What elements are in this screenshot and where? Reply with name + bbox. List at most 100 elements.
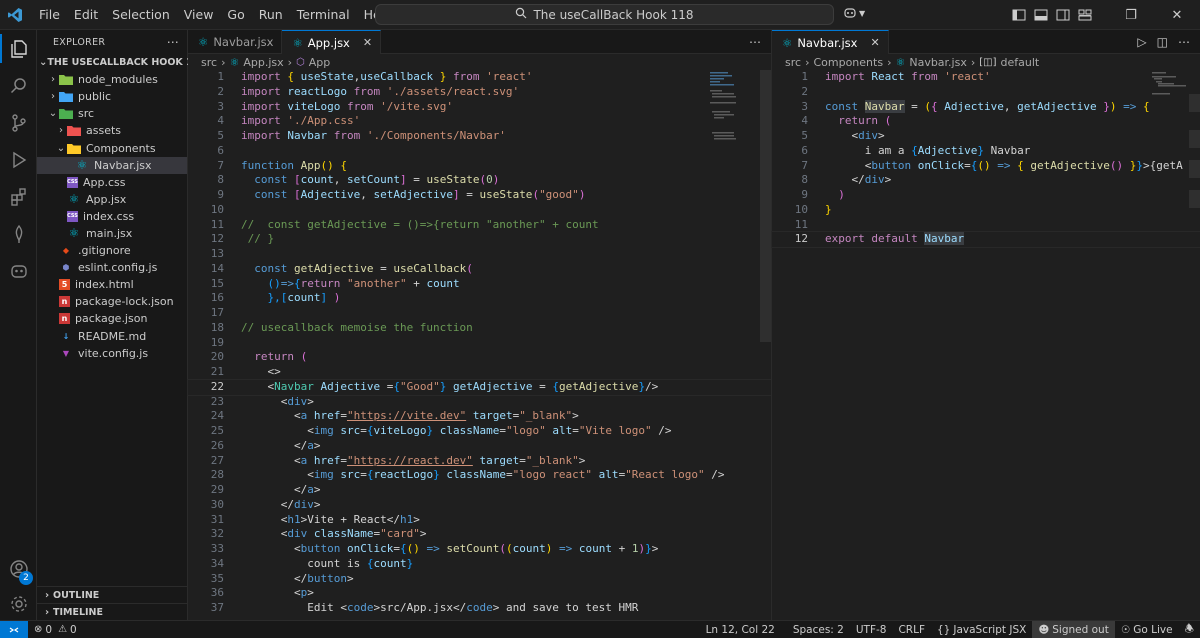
tree-item-main-jsx[interactable]: ⚛ main.jsx	[37, 225, 187, 242]
cursor-position[interactable]: Ln 12, Col 22	[700, 621, 781, 638]
breadcrumb-item[interactable]: src	[785, 56, 801, 69]
toggle-panel-icon[interactable]	[1034, 9, 1048, 21]
code-line: 36 <p>	[188, 586, 771, 601]
breadcrumb-separator-icon: ›	[221, 55, 226, 69]
vertical-scrollbar[interactable]	[760, 70, 771, 342]
copilot-chat-icon[interactable]	[0, 252, 37, 289]
outline-section[interactable]: › OUTLINE	[37, 586, 188, 603]
tree-item-vite-config-js[interactable]: ▼ vite.config.js	[37, 345, 187, 362]
line-number: 6	[801, 143, 808, 157]
tree-item-index-css[interactable]: CSS index.css	[37, 208, 187, 225]
code-line: 17	[188, 306, 771, 321]
language-mode[interactable]: {} JavaScript JSX	[931, 621, 1032, 638]
code-token: =	[499, 424, 506, 437]
tree-item-readme-md[interactable]: ↓ README.md	[37, 328, 187, 345]
line-number: 5	[801, 129, 808, 142]
go-live-button[interactable]: ☉ Go Live	[1115, 621, 1179, 638]
code-token: ()	[1109, 158, 1130, 172]
run-debug-icon[interactable]	[0, 141, 37, 178]
source-control-icon[interactable]	[0, 104, 37, 141]
tree-item-package-lock-json[interactable]: n package-lock.json	[37, 293, 187, 310]
tab-app-jsx[interactable]: ⚛ App.jsx ✕	[282, 30, 382, 54]
tree-item-eslint-config-js[interactable]: ⬢ eslint.config.js	[37, 259, 187, 276]
tree-item-navbar-jsx[interactable]: ⚛ Navbar.jsx	[37, 156, 187, 174]
breadcrumb-item[interactable]: Components	[813, 56, 883, 69]
breadcrumb-item[interactable]: default	[1001, 56, 1040, 69]
problems-indicator[interactable]: ⊗ 0 ⚠ 0	[28, 621, 83, 638]
workspace-root[interactable]: ⌄ THE USECALLBACK HOOK 118	[37, 54, 206, 71]
manage-gear-icon[interactable]	[0, 585, 37, 622]
signed-out-status[interactable]: ☻ Signed out	[1032, 620, 1115, 638]
more-actions-icon[interactable]: ⋯	[167, 35, 179, 49]
timeline-section[interactable]: › TIMELINE	[37, 603, 188, 620]
code-line: 1 import React from 'react'	[772, 70, 1200, 85]
minimap[interactable]	[710, 72, 750, 152]
vite-file-icon: ▼	[62, 348, 70, 358]
breadcrumb-item[interactable]: App	[309, 56, 331, 69]
restore-icon[interactable]: ❐	[1108, 0, 1154, 30]
tree-item-index-html[interactable]: 5 index.html	[37, 276, 187, 293]
tree-item-app-css[interactable]: CSS App.css	[37, 174, 187, 191]
explorer-icon[interactable]	[0, 30, 37, 67]
tree-item-src[interactable]: ⌄ src	[37, 105, 187, 122]
tree-item-app-jsx[interactable]: ⚛ App.jsx	[37, 191, 187, 208]
mongodb-icon[interactable]	[0, 215, 37, 252]
remote-indicator-icon[interactable]	[0, 620, 28, 638]
menu-edit[interactable]: Edit	[67, 0, 105, 30]
minimize-icon[interactable]: —	[1062, 0, 1108, 30]
more-actions-icon[interactable]: ⋯	[749, 35, 761, 49]
line-ending[interactable]: CRLF	[892, 621, 931, 638]
menu-file[interactable]: File	[32, 0, 67, 30]
tree-item-components[interactable]: ⌄ Components	[37, 139, 187, 156]
toggle-primary-sidebar-icon[interactable]	[1012, 9, 1026, 21]
code-token: ,	[333, 173, 347, 187]
code-editor[interactable]: 1 import React from 'react' 2 3 const Navbar…	[771, 70, 1200, 248]
line-number: 4	[801, 114, 808, 128]
run-icon[interactable]: ▷	[1137, 35, 1146, 49]
code-token: )	[1109, 99, 1124, 113]
tab-navbar-jsx[interactable]: ⚛ Navbar.jsx	[188, 30, 283, 54]
breadcrumb-item[interactable]: App.jsx	[243, 56, 283, 69]
code-token: {	[1142, 99, 1150, 113]
indentation[interactable]: Spaces: 2	[787, 621, 850, 638]
code-token: a	[307, 438, 314, 452]
split-editor-icon[interactable]: ◫	[1157, 35, 1168, 49]
menu-run[interactable]: Run	[252, 0, 290, 30]
close-icon[interactable]: ✕	[1154, 0, 1200, 30]
vscode-logo-icon	[0, 0, 30, 30]
search-icon[interactable]	[0, 67, 37, 104]
code-token: =>	[426, 542, 447, 555]
command-center-search[interactable]: The useCallBack Hook 118	[375, 4, 834, 25]
tree-item-assets[interactable]: › assets	[37, 122, 187, 139]
code-line: 11	[772, 218, 1200, 233]
minimap[interactable]	[1152, 72, 1192, 152]
code-editor[interactable]: 1 import { useState,useCallback } from 'r…	[187, 70, 772, 616]
menu-selection[interactable]: Selection	[105, 0, 177, 30]
html-file-icon: 5	[59, 279, 70, 291]
vertical-scrollbar[interactable]	[1189, 94, 1200, 112]
menu-terminal[interactable]: Terminal	[290, 0, 357, 30]
chevron-right-icon: ›	[51, 91, 55, 103]
line-number: 18	[210, 320, 224, 334]
encoding[interactable]: UTF-8	[850, 621, 893, 638]
menu-view[interactable]: View	[177, 0, 221, 30]
code-token: ()	[406, 542, 427, 555]
tree-item-package-json[interactable]: n package.json	[37, 310, 187, 327]
line-number: 36	[210, 586, 224, 600]
breadcrumb-item[interactable]: Navbar.jsx	[909, 56, 967, 69]
tab-navbar-jsx[interactable]: ⚛ Navbar.jsx ✕	[772, 30, 889, 54]
code-token: =>	[1123, 99, 1143, 113]
more-actions-icon[interactable]: ⋯	[1178, 35, 1190, 49]
menu-go[interactable]: Go	[220, 0, 251, 30]
tree-item-public[interactable]: › public	[37, 88, 187, 105]
copilot-menu[interactable]: ▼	[843, 6, 865, 20]
code-line: 21 <>	[188, 365, 771, 380]
extensions-icon[interactable]	[0, 178, 37, 215]
close-tab-icon[interactable]: ✕	[363, 36, 372, 49]
tree-item--gitignore[interactable]: ◆ .gitignore	[37, 242, 187, 259]
breadcrumb-item[interactable]: src	[201, 56, 217, 69]
tree-item-node-modules[interactable]: › node_modules	[37, 71, 187, 88]
accounts-icon[interactable]: 2	[0, 550, 37, 587]
notifications-bell-icon[interactable]: 🕭	[1179, 621, 1200, 638]
close-tab-icon[interactable]: ✕	[870, 36, 879, 49]
